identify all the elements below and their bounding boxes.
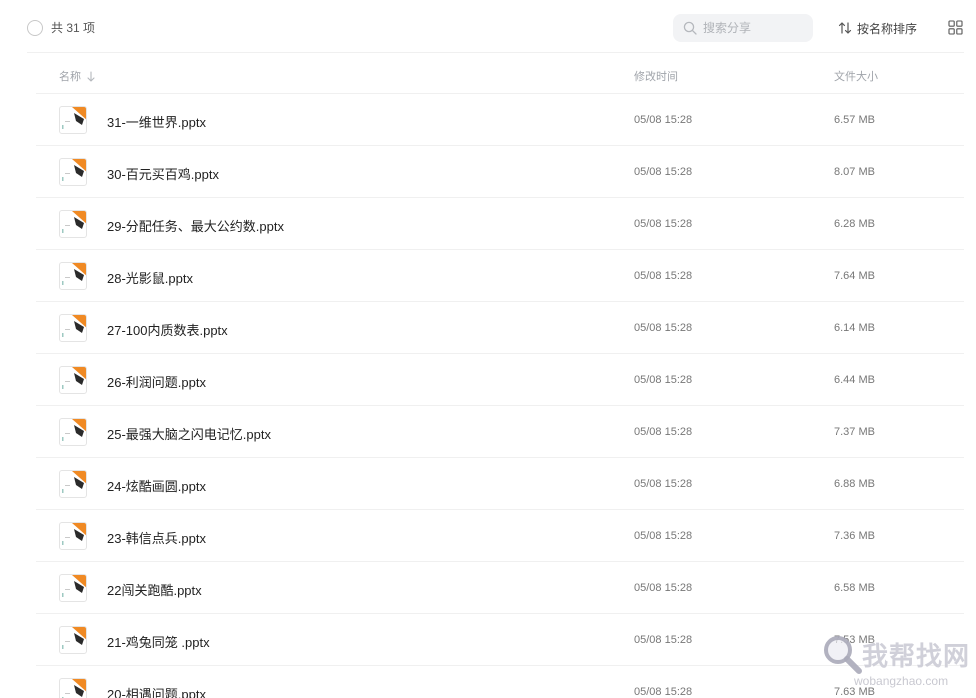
file-size: 7.64 MB — [834, 270, 875, 282]
file-size: 7.37 MB — [834, 426, 875, 438]
file-name[interactable]: 25-最强大脑之闪电记忆.pptx — [107, 424, 271, 443]
file-row[interactable]: 26-利润问题.pptx 05/08 15:28 6.44 MB — [0, 354, 976, 406]
pptx-thumbnail-icon — [59, 314, 87, 342]
file-row[interactable]: 22闯关跑酷.pptx 05/08 15:28 6.58 MB — [0, 562, 976, 614]
pptx-thumbnail-icon — [59, 678, 87, 698]
file-name[interactable]: 27-100内质数表.pptx — [107, 320, 228, 339]
item-count-label: 共 31 项 — [51, 21, 96, 35]
pptx-thumbnail-icon — [59, 158, 87, 186]
file-mtime: 05/08 15:28 — [634, 218, 693, 230]
sort-label: 按名称排序 — [857, 21, 918, 36]
column-mtime-header[interactable]: 修改时间 — [634, 68, 678, 84]
column-name-label: 名称 — [59, 71, 81, 83]
file-row[interactable]: 30-百元买百鸡.pptx 05/08 15:28 8.07 MB — [0, 146, 976, 198]
list-header: 名称 修改时间 文件大小 — [0, 56, 976, 94]
file-size: 6.58 MB — [834, 582, 875, 594]
file-size: 6.57 MB — [834, 114, 875, 126]
file-mtime: 05/08 15:28 — [634, 114, 693, 126]
file-mtime: 05/08 15:28 — [634, 270, 693, 282]
search-icon — [683, 21, 697, 35]
file-name[interactable]: 29-分配任务、最大公约数.pptx — [107, 216, 284, 235]
arrow-down-icon — [87, 70, 95, 82]
column-name-header[interactable]: 名称 — [59, 68, 96, 84]
file-name[interactable]: 22闯关跑酷.pptx — [107, 580, 202, 599]
file-size: 6.14 MB — [834, 322, 875, 334]
file-size: 6.88 MB — [834, 478, 875, 490]
pptx-thumbnail-icon — [59, 626, 87, 654]
file-size: 6.44 MB — [834, 374, 875, 386]
pptx-thumbnail-icon — [59, 366, 87, 394]
search-box[interactable] — [673, 14, 813, 42]
toolbar: 共 31 项 按名称排序 — [0, 0, 976, 54]
pptx-thumbnail-icon — [59, 574, 87, 602]
file-row[interactable]: 25-最强大脑之闪电记忆.pptx 05/08 15:28 7.37 MB — [0, 406, 976, 458]
watermark-text: 我帮找网 — [862, 642, 971, 672]
column-size-header[interactable]: 文件大小 — [834, 68, 878, 84]
pptx-thumbnail-icon — [59, 106, 87, 134]
watermark: 我帮找网 wobangzhao.com — [818, 628, 976, 698]
toolbar-divider — [27, 52, 964, 53]
file-mtime: 05/08 15:28 — [634, 686, 693, 698]
file-row[interactable]: 23-韩信点兵.pptx 05/08 15:28 7.36 MB — [0, 510, 976, 562]
pptx-thumbnail-icon — [59, 210, 87, 238]
file-row[interactable]: 24-炫酷画圆.pptx 05/08 15:28 6.88 MB — [0, 458, 976, 510]
file-mtime: 05/08 15:28 — [634, 374, 693, 386]
file-name[interactable]: 26-利润问题.pptx — [107, 372, 206, 391]
pptx-thumbnail-icon — [59, 470, 87, 498]
sort-by-name-button[interactable]: 按名称排序 — [838, 19, 917, 37]
pptx-thumbnail-icon — [59, 262, 87, 290]
file-mtime: 05/08 15:28 — [634, 478, 693, 490]
file-name[interactable]: 23-韩信点兵.pptx — [107, 528, 206, 547]
magnifier-logo-icon — [824, 636, 862, 674]
file-row[interactable]: 28-光影鼠.pptx 05/08 15:28 7.64 MB — [0, 250, 976, 302]
file-list: 31-一维世界.pptx 05/08 15:28 6.57 MB 30-百元买百鸡.p… — [0, 94, 976, 698]
file-name[interactable]: 21-鸡兔同笼 .pptx — [107, 632, 210, 651]
file-mtime: 05/08 15:28 — [634, 166, 693, 178]
file-mtime: 05/08 15:28 — [634, 426, 693, 438]
file-mtime: 05/08 15:28 — [634, 322, 693, 334]
watermark-url: wobangzhao.com — [854, 674, 949, 688]
file-share-page: 共 31 项 按名称排序 名称 — [0, 0, 976, 698]
file-mtime: 05/08 15:28 — [634, 582, 693, 594]
file-name[interactable]: 24-炫酷画圆.pptx — [107, 476, 206, 495]
file-name[interactable]: 28-光影鼠.pptx — [107, 268, 193, 287]
file-size: 7.36 MB — [834, 530, 875, 542]
search-input[interactable] — [703, 19, 807, 37]
file-row[interactable]: 29-分配任务、最大公约数.pptx 05/08 15:28 6.28 MB — [0, 198, 976, 250]
file-size: 8.07 MB — [834, 166, 875, 178]
file-mtime: 05/08 15:28 — [634, 530, 693, 542]
sort-arrows-icon — [838, 22, 852, 34]
select-all-checkbox[interactable] — [27, 20, 43, 36]
pptx-thumbnail-icon — [59, 418, 87, 446]
pptx-thumbnail-icon — [59, 522, 87, 550]
file-name[interactable]: 30-百元买百鸡.pptx — [107, 164, 219, 183]
file-mtime: 05/08 15:28 — [634, 634, 693, 646]
file-row[interactable]: 27-100内质数表.pptx 05/08 15:28 6.14 MB — [0, 302, 976, 354]
grid-view-icon[interactable] — [948, 20, 963, 35]
file-name[interactable]: 20-相遇问题.pptx — [107, 684, 206, 698]
file-size: 6.28 MB — [834, 218, 875, 230]
file-row[interactable]: 31-一维世界.pptx 05/08 15:28 6.57 MB — [0, 94, 976, 146]
file-name[interactable]: 31-一维世界.pptx — [107, 112, 206, 131]
